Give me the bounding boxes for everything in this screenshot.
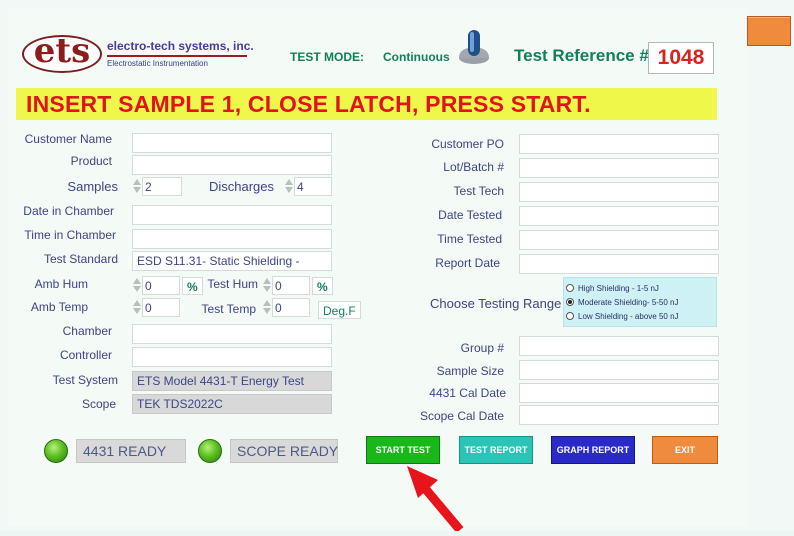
amb-temp-field[interactable]: 0	[142, 298, 180, 317]
company-logo: ets electro-tech systems, inc. Electrost…	[22, 31, 254, 76]
sample-size-label: Sample Size	[436, 364, 504, 378]
amb-hum-label: Amb Hum	[34, 277, 88, 291]
scope-label: Scope	[81, 397, 116, 411]
product-field[interactable]	[132, 155, 332, 175]
time-in-chamber-field[interactable]	[132, 229, 332, 249]
customer-name-label: Customer Name	[24, 132, 112, 146]
discharges-label: Discharges	[208, 179, 274, 194]
company-tagline: Electrostatic Instrumentation	[107, 59, 208, 68]
samples-field[interactable]: 2	[142, 177, 182, 196]
time-tested-label: Time Tested	[437, 232, 502, 246]
test-standard-label: Test Standard	[43, 252, 118, 266]
scope-ready-led-icon	[198, 439, 222, 463]
amb-hum-stepper-icon[interactable]	[132, 275, 142, 295]
radio-high-icon[interactable]	[566, 284, 574, 292]
chamber-field[interactable]	[132, 324, 332, 344]
discharges-field[interactable]: 4	[294, 177, 332, 196]
range-option-high-label: High Shielding - 1-5 nJ	[578, 283, 659, 293]
test-mode-label: TEST MODE:	[290, 50, 364, 64]
range-option-low-label: Low Shielding - above 50 nJ	[578, 311, 679, 321]
report-date-label: Report Date	[435, 256, 500, 270]
test-system-label: Test System	[52, 373, 118, 387]
time-in-chamber-label: Time in Chamber	[24, 228, 116, 242]
lot-batch-label: Lot/Batch #	[443, 160, 504, 174]
device-ready-led-icon	[44, 439, 68, 463]
customer-po-label: Customer PO	[431, 137, 504, 151]
toggle-switch-icon[interactable]	[454, 26, 494, 66]
logo-oval: ets	[22, 31, 102, 73]
cal-date-label: 4431 Cal Date	[429, 386, 506, 400]
date-in-chamber-field[interactable]	[132, 205, 332, 225]
logo-text: ets	[33, 31, 91, 71]
radio-moderate-icon[interactable]	[566, 298, 574, 306]
device-ready-status: 4431 READY	[76, 439, 186, 463]
controller-label: Controller	[59, 348, 112, 362]
report-date-field[interactable]	[519, 254, 719, 274]
exit-button[interactable]: EXIT	[652, 436, 718, 464]
testing-range-label: Choose Testing Range	[430, 296, 562, 311]
range-option-low[interactable]: Low Shielding - above 50 nJ	[564, 309, 716, 323]
test-system-field: ETS Model 4431-T Energy Test	[132, 371, 332, 391]
samples-stepper-icon[interactable]	[132, 176, 142, 196]
customer-name-field[interactable]	[132, 133, 332, 153]
amb-temp-stepper-icon[interactable]	[132, 297, 142, 317]
lot-batch-field[interactable]	[519, 158, 719, 178]
scope-field: TEK TDS2022C	[132, 394, 332, 414]
logo-divider	[107, 55, 247, 57]
test-reference-label: Test Reference #	[514, 46, 649, 65]
test-standard-field[interactable]: ESD S11.31- Static Shielding -	[132, 251, 332, 271]
range-option-moderate[interactable]: Moderate Shielding- 5-50 nJ	[564, 295, 716, 309]
test-reference-value: 1048	[648, 42, 714, 74]
red-pointer-arrow-icon	[396, 458, 476, 533]
corner-orange-button[interactable]	[747, 16, 791, 46]
group-label: Group #	[460, 341, 504, 355]
scope-ready-status: SCOPE READY	[230, 439, 338, 463]
amb-hum-field[interactable]: 0	[142, 276, 180, 295]
samples-label: Samples	[67, 179, 118, 194]
controller-field[interactable]	[132, 347, 332, 367]
product-label: Product	[70, 154, 112, 168]
test-temp-label: Test Temp	[201, 302, 256, 316]
amb-temp-label: Amb Temp	[30, 300, 88, 314]
test-temp-stepper-icon[interactable]	[262, 297, 272, 317]
scope-cal-date-field[interactable]	[519, 405, 719, 425]
cal-date-field[interactable]	[519, 383, 719, 403]
test-temp-field[interactable]: 0	[272, 298, 310, 317]
customer-po-field[interactable]	[519, 134, 719, 154]
discharges-stepper-icon[interactable]	[284, 176, 294, 196]
test-tech-label: Test Tech	[453, 184, 504, 198]
test-hum-unit: %	[312, 277, 333, 295]
test-hum-label: Test Hum	[207, 277, 258, 291]
date-tested-label: Date Tested	[438, 208, 502, 222]
scope-cal-date-label: Scope Cal Date	[419, 409, 504, 423]
radio-low-icon[interactable]	[566, 312, 574, 320]
test-hum-stepper-icon[interactable]	[262, 275, 272, 295]
test-hum-field[interactable]: 0	[272, 276, 310, 295]
sample-size-field[interactable]	[519, 360, 719, 380]
company-name: electro-tech systems, inc.	[107, 39, 254, 53]
date-tested-field[interactable]	[519, 206, 719, 226]
temp-unit: Deg.F	[318, 301, 361, 319]
group-field[interactable]	[519, 336, 719, 356]
range-option-moderate-label: Moderate Shielding- 5-50 nJ	[578, 297, 679, 307]
test-tech-field[interactable]	[519, 182, 719, 202]
range-option-high[interactable]: High Shielding - 1-5 nJ	[564, 281, 716, 295]
test-mode-value: Continuous	[383, 50, 450, 64]
time-tested-field[interactable]	[519, 230, 719, 250]
instruction-message: INSERT SAMPLE 1, CLOSE LATCH, PRESS STAR…	[26, 91, 591, 117]
graph-report-button[interactable]: GRAPH REPORT	[551, 436, 635, 464]
testing-range-group: High Shielding - 1-5 nJ Moderate Shieldi…	[563, 277, 717, 327]
date-in-chamber-label: Date in Chamber	[23, 204, 114, 218]
chamber-label: Chamber	[62, 324, 112, 338]
